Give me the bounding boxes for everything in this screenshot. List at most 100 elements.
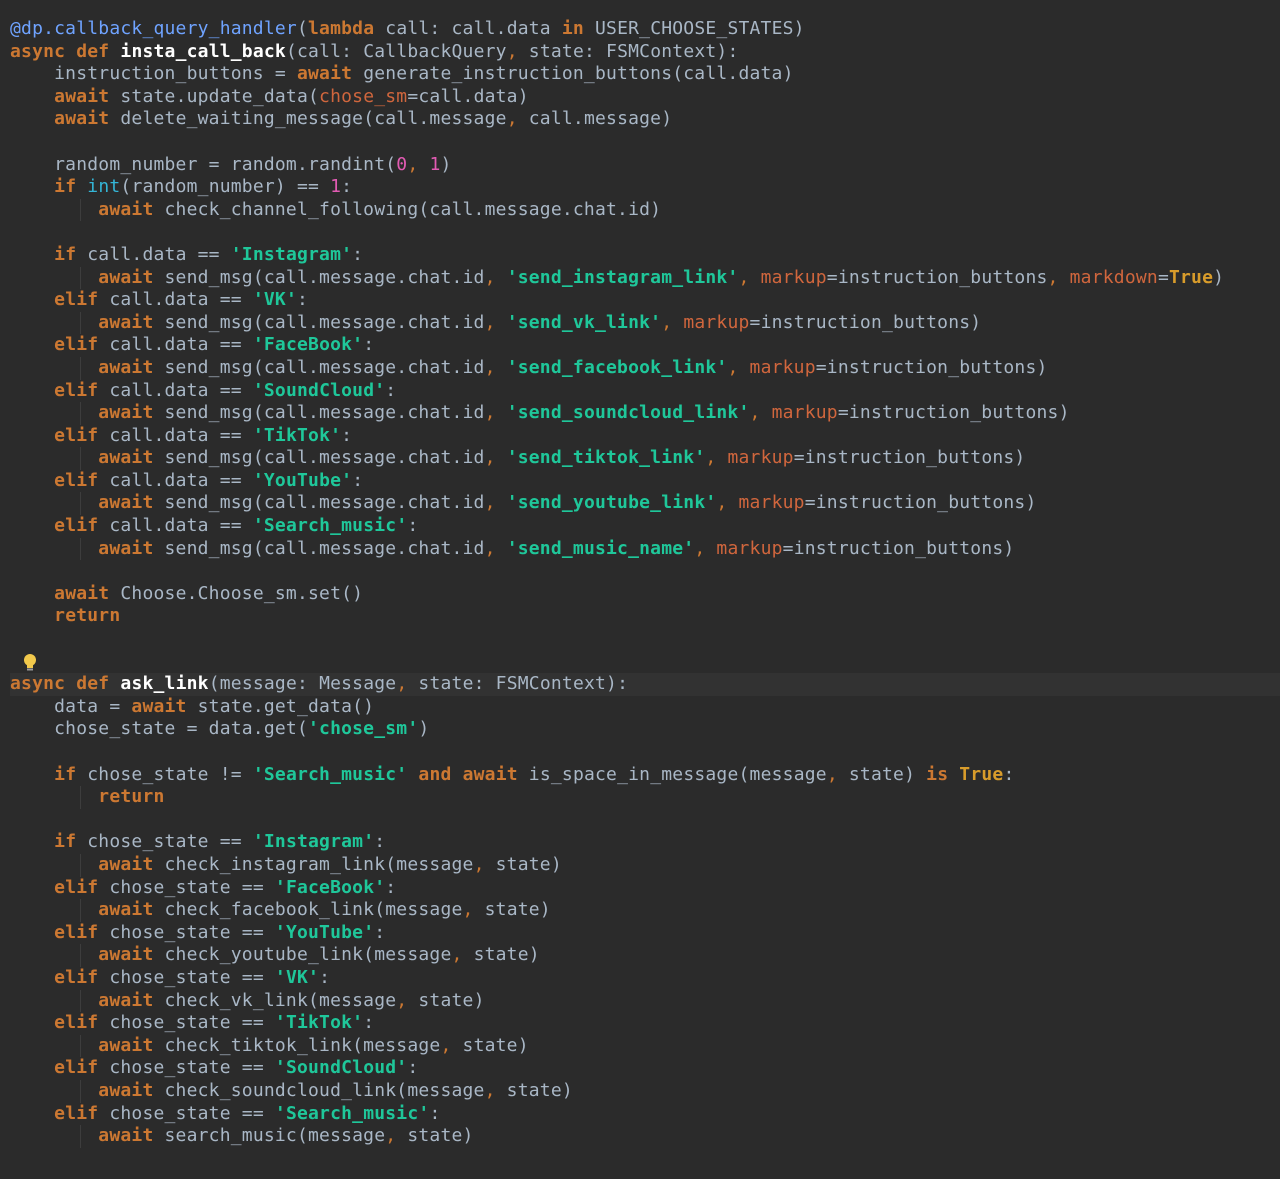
code-token-true: True (959, 763, 1004, 785)
code-line[interactable]: await send_msg(call.message.chat.id, 'se… (10, 447, 1280, 470)
code-line[interactable]: await state.update_data(chose_sm=call.da… (10, 86, 1280, 109)
code-line[interactable]: elif chose_state == 'TikTok': (10, 1012, 1280, 1035)
code-token-num: 1 (429, 153, 441, 175)
code-token-punct: , (473, 853, 485, 875)
code-line[interactable]: elif call.data == 'Search_music': (10, 515, 1280, 538)
lightbulb-icon[interactable] (22, 653, 38, 673)
code-line[interactable] (10, 628, 1280, 651)
code-token-punct: , (440, 1034, 452, 1056)
code-token-str: 'YouTube' (252, 469, 353, 491)
code-token-punct: , (506, 40, 518, 62)
code-token-punct: , (462, 899, 474, 921)
code-token-plain: state) (407, 989, 485, 1011)
code-token-kw: async (10, 673, 66, 695)
code-area[interactable]: @dp.callback_query_handler(lambda call: … (10, 18, 1280, 1148)
code-line[interactable]: await send_msg(call.message.chat.id, 'se… (10, 311, 1280, 335)
indent-guide (80, 311, 81, 335)
code-line[interactable] (10, 131, 1280, 154)
code-token-num: 1 (330, 176, 342, 198)
code-line[interactable] (10, 221, 1280, 244)
code-line[interactable]: if call.data == 'Instagram': (10, 244, 1280, 267)
code-line[interactable]: random_number = random.randint(0, 1) (10, 154, 1280, 177)
code-line[interactable]: chose_state = data.get('chose_sm') (10, 718, 1280, 741)
code-token-str: 'send_soundcloud_link' (506, 402, 750, 424)
code-token-kw: await (462, 763, 518, 785)
code-line[interactable]: await check_youtube_link(message, state) (10, 944, 1280, 967)
code-line[interactable]: await send_msg(call.message.chat.id, 'se… (10, 537, 1280, 561)
code-line[interactable]: await send_msg(call.message.chat.id, 'se… (10, 356, 1280, 380)
code-line[interactable]: if chose_state == 'Instagram': (10, 831, 1280, 854)
code-line[interactable]: elif chose_state == 'SoundCloud': (10, 1057, 1280, 1080)
code-line[interactable]: await check_facebook_link(message, state… (10, 899, 1280, 922)
code-token-plain: : (385, 379, 397, 401)
code-line[interactable]: elif chose_state == 'VK': (10, 967, 1280, 990)
code-token-plain: send_msg(call.message.chat.id (153, 537, 485, 559)
code-line[interactable]: await search_music(message, state) (10, 1125, 1280, 1148)
code-token-plain: : (385, 876, 397, 898)
code-line[interactable]: elif call.data == 'SoundCloud': (10, 380, 1280, 403)
code-line[interactable]: elif call.data == 'FaceBook': (10, 334, 1280, 357)
code-line[interactable]: await check_instagram_link(message, stat… (10, 853, 1280, 877)
code-line[interactable]: elif chose_state == 'Search_music': (10, 1103, 1280, 1126)
code-line[interactable]: if int(random_number) == 1: (10, 176, 1280, 199)
code-line[interactable]: instruction_buttons = await generate_ins… (10, 63, 1280, 86)
code-line[interactable]: @dp.callback_query_handler(lambda call: … (10, 18, 1280, 41)
code-token-punct: , (385, 1125, 397, 1147)
code-line[interactable]: if chose_state != 'Search_music' and awa… (10, 764, 1280, 787)
code-token-plain: chose_state == (98, 876, 275, 898)
code-line[interactable]: await check_soundcloud_link(message, sta… (10, 1079, 1280, 1103)
code-line[interactable]: await check_channel_following(call.messa… (10, 198, 1280, 222)
code-line[interactable]: elif chose_state == 'YouTube': (10, 922, 1280, 945)
code-line[interactable]: return (10, 786, 1280, 809)
code-token-param: markdown (1069, 266, 1158, 288)
code-token-plain: data = (10, 695, 132, 717)
code-token-plain: state) (473, 899, 551, 921)
code-token-plain: send_msg(call.message.chat.id (153, 266, 485, 288)
code-token-kw: is (926, 763, 949, 785)
code-line[interactable] (10, 651, 1280, 674)
code-token-plain: ) (1213, 266, 1225, 288)
code-token-plain: call.message) (517, 108, 673, 130)
code-token-str: 'VK' (274, 966, 320, 988)
code-line[interactable]: await delete_waiting_message(call.messag… (10, 108, 1280, 131)
code-token-plain: : (1003, 763, 1015, 785)
code-line[interactable]: await send_msg(call.message.chat.id, 'se… (10, 492, 1280, 516)
indent-guide (80, 1034, 81, 1058)
code-line[interactable]: async def insta_call_back(call: Callback… (10, 41, 1280, 64)
code-token-kw: await (54, 108, 110, 130)
code-line[interactable]: await send_msg(call.message.chat.id, 'se… (10, 402, 1280, 425)
code-token-str: 'send_youtube_link' (506, 492, 717, 514)
code-line[interactable]: elif call.data == 'YouTube': (10, 470, 1280, 493)
code-line[interactable]: elif chose_state == 'FaceBook': (10, 877, 1280, 900)
code-line[interactable]: data = await state.get_data() (10, 696, 1280, 719)
code-line[interactable]: elif call.data == 'VK': (10, 289, 1280, 312)
code-token-kw: await (98, 447, 154, 469)
code-line[interactable] (10, 809, 1280, 832)
code-token-plain: send_msg(call.message.chat.id (153, 356, 485, 378)
code-token-plain: state) (451, 1034, 529, 1056)
code-token-plain: chose_state == (98, 1057, 275, 1079)
code-token-str: 'VK' (252, 289, 297, 311)
code-line[interactable]: await send_msg(call.message.chat.id, 'se… (10, 266, 1280, 290)
code-token-kw: elif (54, 1057, 99, 1079)
code-line[interactable]: await Choose.Choose_sm.set() (10, 583, 1280, 606)
code-token-plain: : (407, 1057, 419, 1079)
code-line[interactable]: await check_tiktok_link(message, state) (10, 1034, 1280, 1058)
code-line[interactable]: await check_vk_link(message, state) (10, 989, 1280, 1013)
code-token-punct: , (484, 356, 496, 378)
code-token-punct: , (484, 492, 496, 514)
code-line[interactable]: elif call.data == 'TikTok': (10, 425, 1280, 448)
code-line[interactable] (10, 560, 1280, 583)
code-line[interactable]: return (10, 605, 1280, 628)
code-line-current[interactable]: async def ask_link(message: Message, sta… (10, 673, 1280, 696)
code-line[interactable] (10, 741, 1280, 764)
code-editor[interactable]: @dp.callback_query_handler(lambda call: … (0, 0, 1280, 1179)
